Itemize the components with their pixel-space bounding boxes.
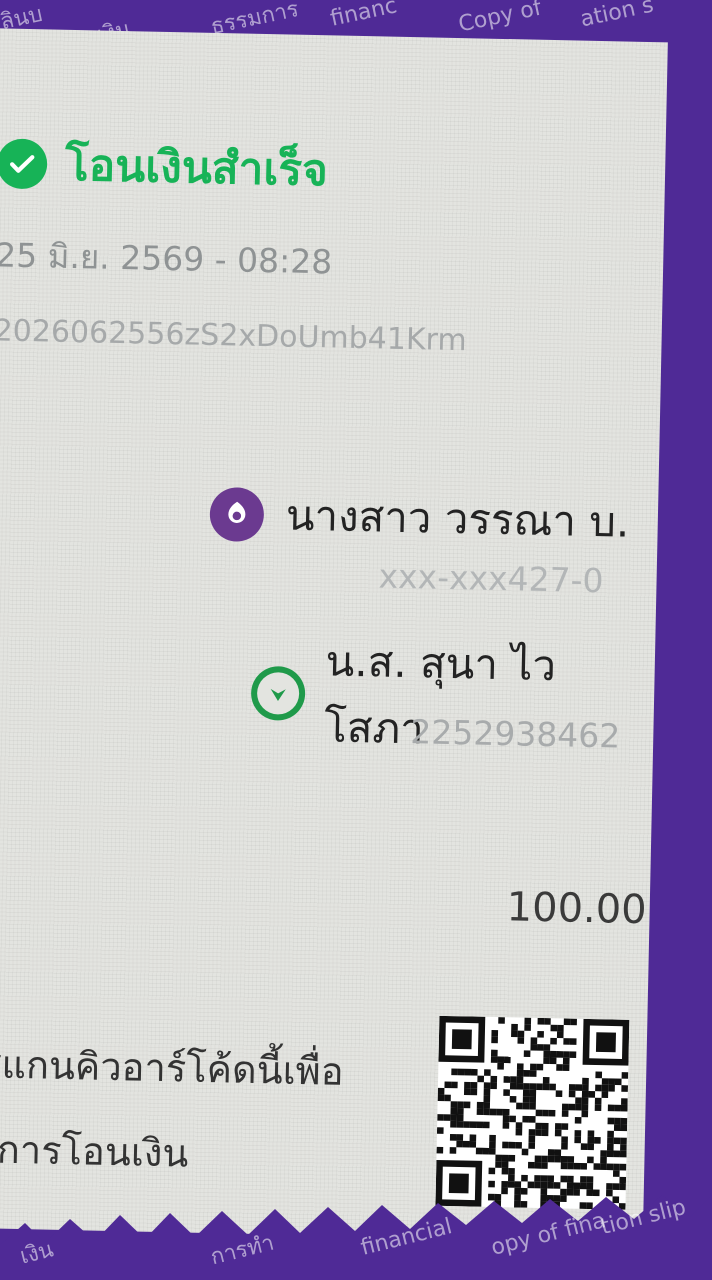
- bank-logo-icon: [209, 486, 265, 543]
- recipient-account: 2252938462: [409, 712, 621, 756]
- sender-row: นางสาว วรรณา บ.: [209, 481, 630, 556]
- qr-instruction-line1: สแกนคิวอาร์โค้ดนี้เพื่อ: [0, 1042, 345, 1094]
- bank-logo-icon: [250, 665, 306, 721]
- sender-name: นางสาว วรรณา บ.: [285, 490, 630, 547]
- sender-account: xxx-xxx427-0: [378, 556, 604, 601]
- qr-instruction-line2: ะการโอนเงิน: [0, 1127, 189, 1176]
- reference-number: 2026062556zS2xDoUmb41Krm: [0, 313, 467, 359]
- amount: 100.00: [506, 884, 648, 934]
- status-text: โอนเงินสำเร็จ: [64, 139, 329, 197]
- status-row: โอนเงินสำเร็จ: [0, 128, 329, 205]
- transaction-datetime: 25 มิ.ย. 2569 - 08:28: [0, 235, 333, 282]
- qr-code-icon[interactable]: [435, 1015, 630, 1210]
- transfer-slip: โอนเงินสำเร็จ 25 มิ.ย. 2569 - 08:28 2026…: [0, 28, 668, 1243]
- check-circle-icon: [0, 138, 48, 190]
